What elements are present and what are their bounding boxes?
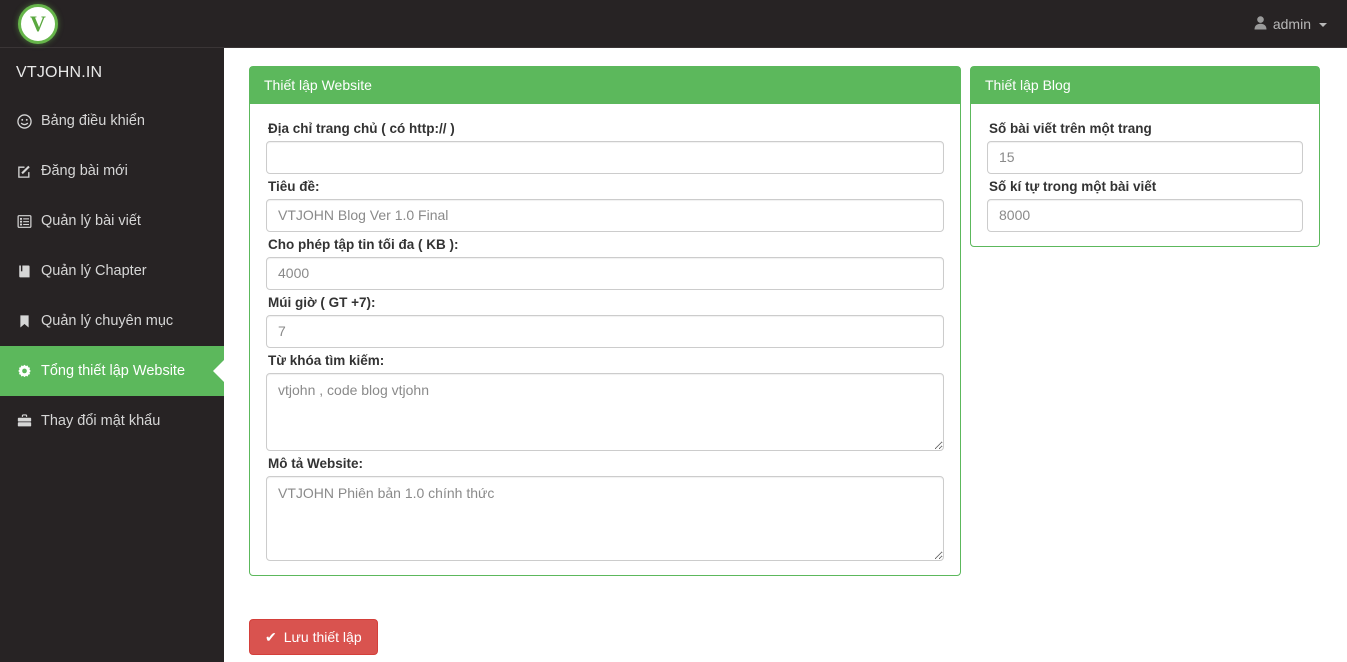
- sidebar-item-label: Quản lý Chapter: [41, 263, 147, 279]
- timezone-label: Múi giờ ( GT +7):: [268, 294, 376, 310]
- sidebar-item-label: Thay đổi mật khẩu: [41, 413, 161, 429]
- save-button-label: Lưu thiết lập: [283, 629, 362, 645]
- website-panel-title: Thiết lập Website: [250, 67, 960, 104]
- description-textarea[interactable]: VTJOHN Phiên bản 1.0 chính thức: [266, 475, 944, 561]
- posts-per-page-input[interactable]: [987, 140, 1303, 174]
- user-icon: [1254, 15, 1267, 33]
- chars-per-post-input[interactable]: [987, 198, 1303, 232]
- sidebar: VTJOHN.IN Bảng điều khiển Đăng bài mới Q…: [0, 48, 224, 662]
- blog-panel-body: Số bài viết trên một trang Số kí tự tron…: [971, 104, 1319, 246]
- blog-panel-title: Thiết lập Blog: [971, 67, 1319, 104]
- posts-per-page-label: Số bài viết trên một trang: [989, 120, 1152, 136]
- top-navbar: V admin: [0, 0, 1347, 48]
- sidebar-item-manage-categories[interactable]: Quản lý chuyên mục: [0, 296, 224, 346]
- homepage-input[interactable]: [266, 140, 944, 174]
- briefcase-icon: [16, 413, 32, 429]
- admin-dropdown[interactable]: admin: [1246, 0, 1335, 48]
- logo-letter: V: [30, 10, 46, 36]
- description-label: Mô tả Website:: [268, 455, 364, 471]
- main-content: Thiết lập Website Địa chỉ trang chủ ( có…: [224, 48, 1347, 662]
- website-settings-panel: Thiết lập Website Địa chỉ trang chủ ( có…: [249, 66, 961, 576]
- sidebar-item-website-settings[interactable]: Tổng thiết lập Website: [0, 346, 224, 396]
- gear-icon: [16, 364, 32, 379]
- sidebar-item-new-post[interactable]: Đăng bài mới: [0, 146, 224, 196]
- sidebar-item-label: Quản lý bài viết: [41, 213, 141, 229]
- chars-per-post-label: Số kí tự trong một bài viết: [989, 178, 1157, 194]
- sidebar-item-label: Tổng thiết lập Website: [41, 363, 186, 379]
- sidebar-item-dashboard[interactable]: Bảng điều khiển: [0, 96, 224, 146]
- bookmark-icon: [16, 314, 32, 329]
- caret-down-icon: [1319, 23, 1327, 27]
- website-panel-body: Địa chỉ trang chủ ( có http:// ) Tiêu đề…: [250, 104, 960, 575]
- sidebar-item-label: Đăng bài mới: [41, 163, 128, 179]
- sidebar-item-change-password[interactable]: Thay đổi mật khẩu: [0, 396, 224, 446]
- keywords-textarea[interactable]: vtjohn , code blog vtjohn: [266, 372, 944, 451]
- timezone-input[interactable]: [266, 314, 944, 348]
- blog-settings-panel: Thiết lập Blog Số bài viết trên một tran…: [970, 66, 1320, 247]
- list-alt-icon: [16, 214, 32, 229]
- check-icon: ✔: [265, 629, 277, 645]
- max-filesize-label: Cho phép tập tin tối đa ( KB ):: [268, 236, 459, 252]
- sidebar-item-manage-chapter[interactable]: Quản lý Chapter: [0, 246, 224, 296]
- sidebar-item-manage-posts[interactable]: Quản lý bài viết: [0, 196, 224, 246]
- sidebar-brand: VTJOHN.IN: [16, 64, 103, 81]
- save-settings-button[interactable]: ✔ Lưu thiết lập: [249, 619, 378, 655]
- circle-v-logo-icon[interactable]: V: [18, 4, 58, 44]
- site-title-label: Tiêu đề:: [268, 178, 320, 194]
- sidebar-item-label: Quản lý chuyên mục: [41, 313, 174, 329]
- admin-label: admin: [1272, 16, 1311, 32]
- keywords-label: Từ khóa tìm kiếm:: [268, 352, 385, 368]
- sidebar-item-label: Bảng điều khiển: [41, 113, 145, 129]
- homepage-label: Địa chỉ trang chủ ( có http:// ): [268, 120, 455, 136]
- book-icon: [16, 264, 32, 279]
- dashboard-icon: [16, 113, 32, 129]
- max-filesize-input[interactable]: [266, 256, 944, 290]
- edit-pencil-square-icon: [16, 164, 32, 179]
- site-title-input[interactable]: [266, 198, 944, 232]
